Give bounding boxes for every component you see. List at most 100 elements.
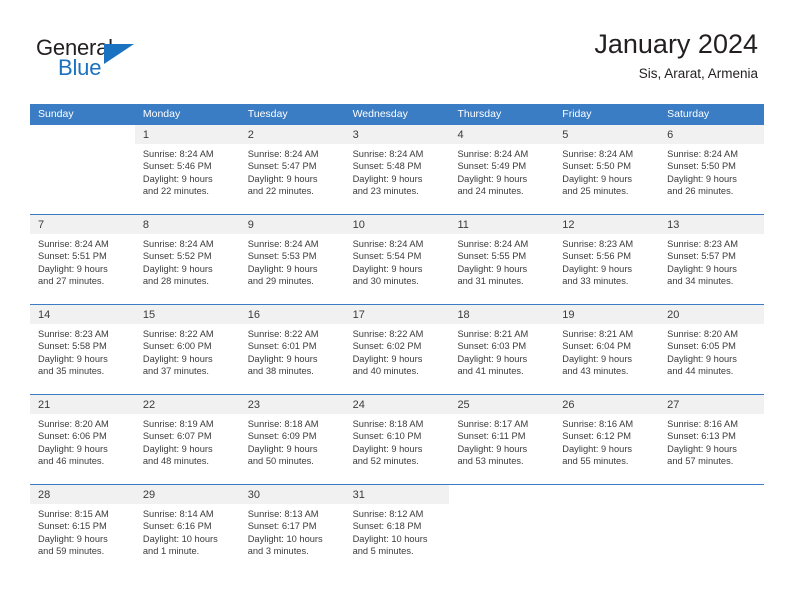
daylight-line-1: Daylight: 9 hours [142, 353, 213, 364]
day-number-band [554, 485, 660, 504]
daylight-line-2: and 24 minutes. [457, 185, 524, 196]
day-cell[interactable]: 12 Sunrise: 8:23 AM Sunset: 5:56 PM Dayligh… [554, 215, 660, 304]
day-cell[interactable]: 13 Sunrise: 8:23 AM Sunset: 5:57 PM Dayligh… [659, 215, 765, 304]
day-details: Sunrise: 8:24 AM Sunset: 5:55 PM Daylight:… [449, 234, 554, 287]
day-cell[interactable]: 30 Sunrise: 8:13 AM Sunset: 6:17 PM Dayligh… [239, 485, 345, 574]
sunrise-line: Sunrise: 8:12 AM [352, 509, 424, 519]
day-cell-empty [449, 485, 555, 574]
page-subtitle: Sis, Ararat, Armenia [638, 66, 758, 81]
day-cell[interactable]: 5 Sunrise: 8:24 AM Sunset: 5:50 PM Daylight… [554, 125, 660, 214]
sunrise-line: Sunrise: 8:14 AM [142, 509, 214, 519]
day-cell[interactable]: 27 Sunrise: 8:16 AM Sunset: 6:13 PM Dayligh… [659, 395, 765, 484]
sunrise-line: Sunrise: 8:24 AM [457, 239, 529, 249]
day-cell[interactable]: 26 Sunrise: 8:16 AM Sunset: 6:12 PM Dayligh… [554, 395, 660, 484]
day-number-band: 3 [344, 125, 450, 144]
sunrise-line: Sunrise: 8:24 AM [457, 149, 529, 159]
daylight-line-2: and 40 minutes. [352, 365, 419, 376]
day-number-band: 12 [554, 215, 660, 234]
day-number: 4 [457, 129, 464, 141]
day-details: Sunrise: 8:16 AM Sunset: 6:13 PM Daylight:… [659, 414, 764, 467]
day-number: 31 [352, 489, 365, 501]
day-cell[interactable]: 1 Sunrise: 8:24 AM Sunset: 5:46 PM Daylight… [134, 125, 240, 214]
day-number-band: 20 [659, 305, 765, 324]
daylight-line-1: Daylight: 9 hours [247, 443, 318, 454]
sunset-line: Sunset: 5:53 PM [247, 251, 317, 262]
daylight-line-1: Daylight: 9 hours [562, 443, 633, 454]
day-cell[interactable]: 19 Sunrise: 8:21 AM Sunset: 6:04 PM Dayligh… [554, 305, 660, 394]
day-cell[interactable]: 10 Sunrise: 8:24 AM Sunset: 5:54 PM Dayligh… [344, 215, 450, 304]
day-details: Sunrise: 8:24 AM Sunset: 5:53 PM Daylight:… [240, 234, 345, 287]
daylight-line-2: and 29 minutes. [247, 275, 314, 286]
daylight-line-1: Daylight: 9 hours [142, 443, 213, 454]
day-cell[interactable]: 15 Sunrise: 8:22 AM Sunset: 6:00 PM Dayligh… [134, 305, 240, 394]
daylight-line-1: Daylight: 9 hours [352, 263, 423, 274]
daylight-line-1: Daylight: 9 hours [667, 173, 737, 184]
sunset-line: Sunset: 6:04 PM [562, 341, 632, 352]
day-number-band: 24 [344, 395, 450, 414]
day-number: 8 [142, 219, 149, 231]
calendar-week-inner: 1 Sunrise: 8:24 AM Sunset: 5:46 PM Daylight… [30, 125, 765, 214]
day-details: Sunrise: 8:20 AM Sunset: 6:06 PM Daylight:… [30, 414, 135, 467]
calendar-week-inner: 28 Sunrise: 8:15 AM Sunset: 6:15 PM Dayligh… [30, 485, 765, 574]
day-cell[interactable]: 14 Sunrise: 8:23 AM Sunset: 5:58 PM Dayligh… [30, 305, 135, 394]
day-cell[interactable]: 25 Sunrise: 8:17 AM Sunset: 6:11 PM Dayligh… [449, 395, 555, 484]
day-number: 12 [562, 219, 575, 231]
weekday-header-saturday: Saturday [667, 108, 710, 120]
day-cell[interactable]: 16 Sunrise: 8:22 AM Sunset: 6:01 PM Dayligh… [239, 305, 345, 394]
day-cell[interactable]: 24 Sunrise: 8:18 AM Sunset: 6:10 PM Dayligh… [344, 395, 450, 484]
day-number: 27 [667, 399, 680, 411]
day-cell[interactable]: 9 Sunrise: 8:24 AM Sunset: 5:53 PM Daylight… [239, 215, 345, 304]
day-number: 3 [352, 129, 359, 141]
daylight-line-2: and 44 minutes. [667, 365, 734, 376]
daylight-line-2: and 22 minutes. [142, 185, 210, 196]
sunrise-line: Sunrise: 8:24 AM [667, 149, 738, 159]
day-cell[interactable]: 2 Sunrise: 8:24 AM Sunset: 5:47 PM Daylight… [239, 125, 345, 214]
day-cell[interactable]: 6 Sunrise: 8:24 AM Sunset: 5:50 PM Daylight… [659, 125, 765, 214]
day-number-band: 21 [30, 395, 135, 414]
day-cell[interactable]: 28 Sunrise: 8:15 AM Sunset: 6:15 PM Dayligh… [30, 485, 135, 574]
day-number-band: 6 [659, 125, 765, 144]
day-number: 29 [142, 489, 156, 501]
sunset-line: Sunset: 5:47 PM [247, 161, 317, 172]
sunset-line: Sunset: 6:10 PM [352, 431, 422, 442]
day-cell[interactable]: 18 Sunrise: 8:21 AM Sunset: 6:03 PM Dayligh… [449, 305, 555, 394]
sunrise-line: Sunrise: 8:23 AM [38, 329, 109, 339]
day-details: Sunrise: 8:18 AM Sunset: 6:09 PM Daylight:… [240, 414, 345, 467]
sunrise-line: Sunrise: 8:20 AM [667, 329, 738, 339]
day-cell[interactable]: 7 Sunrise: 8:24 AM Sunset: 5:51 PM Daylight… [30, 215, 135, 304]
calendar-week-inner: 21 Sunrise: 8:20 AM Sunset: 6:06 PM Dayligh… [30, 395, 765, 484]
general-blue-logo[interactable]: General Blue [36, 36, 146, 84]
day-cell[interactable]: 23 Sunrise: 8:18 AM Sunset: 6:09 PM Dayligh… [239, 395, 345, 484]
day-cell[interactable]: 8 Sunrise: 8:24 AM Sunset: 5:52 PM Daylight… [134, 215, 240, 304]
day-details: Sunrise: 8:22 AM Sunset: 6:00 PM Daylight:… [135, 324, 240, 377]
sunset-line: Sunset: 5:55 PM [457, 251, 527, 262]
day-details: Sunrise: 8:24 AM Sunset: 5:47 PM Daylight:… [240, 144, 345, 197]
day-cell[interactable]: 31 Sunrise: 8:12 AM Sunset: 6:18 PM Dayligh… [344, 485, 450, 574]
day-cell[interactable]: 4 Sunrise: 8:24 AM Sunset: 5:49 PM Daylight… [449, 125, 555, 214]
sunrise-line: Sunrise: 8:20 AM [38, 419, 109, 429]
day-cell[interactable]: 21 Sunrise: 8:20 AM Sunset: 6:06 PM Dayligh… [30, 395, 135, 484]
daylight-line-2: and 23 minutes. [352, 185, 419, 196]
calendar-grid: Sunday Monday Tuesday Wednesday Thursday… [30, 104, 765, 574]
day-details: Sunrise: 8:20 AM Sunset: 6:05 PM Daylight:… [659, 324, 764, 377]
daylight-line-1: Daylight: 9 hours [142, 263, 213, 274]
daylight-line-1: Daylight: 10 hours [247, 533, 323, 544]
day-details: Sunrise: 8:16 AM Sunset: 6:12 PM Daylight:… [554, 414, 659, 467]
sunrise-line: Sunrise: 8:16 AM [562, 419, 634, 429]
day-number-band: 10 [344, 215, 450, 234]
day-details: Sunrise: 8:24 AM Sunset: 5:46 PM Daylight:… [135, 144, 240, 197]
day-number: 6 [667, 129, 674, 141]
day-cell[interactable]: 29 Sunrise: 8:14 AM Sunset: 6:16 PM Dayligh… [134, 485, 240, 574]
sunrise-line: Sunrise: 8:21 AM [562, 329, 634, 339]
day-cell[interactable]: 3 Sunrise: 8:24 AM Sunset: 5:48 PM Daylight… [344, 125, 450, 214]
day-cell[interactable]: 17 Sunrise: 8:22 AM Sunset: 6:02 PM Dayligh… [344, 305, 450, 394]
day-number: 15 [142, 309, 156, 321]
day-cell[interactable]: 22 Sunrise: 8:19 AM Sunset: 6:07 PM Dayligh… [134, 395, 240, 484]
weekday-header-thursday: Thursday [457, 108, 502, 120]
daylight-line-1: Daylight: 9 hours [38, 533, 108, 544]
day-cell[interactable]: 20 Sunrise: 8:20 AM Sunset: 6:05 PM Dayligh… [659, 305, 765, 394]
daylight-line-2: and 28 minutes. [142, 275, 210, 286]
sunset-line: Sunset: 6:06 PM [38, 431, 107, 442]
daylight-line-1: Daylight: 9 hours [457, 263, 528, 274]
day-cell[interactable]: 11 Sunrise: 8:24 AM Sunset: 5:55 PM Dayligh… [449, 215, 555, 304]
